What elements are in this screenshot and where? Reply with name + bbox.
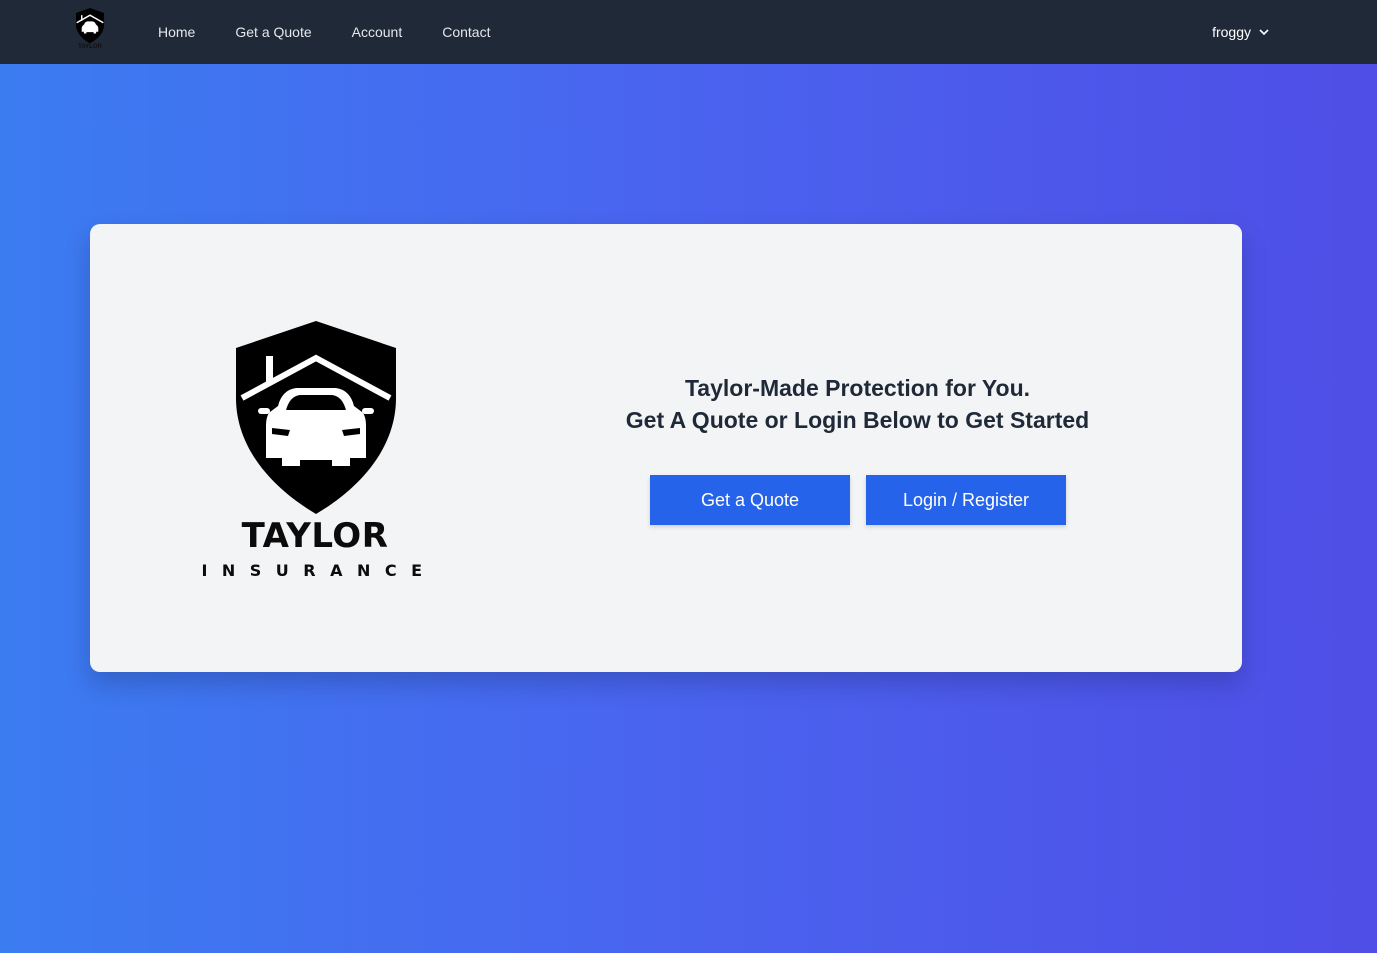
headline-line-2: Get A Quote or Login Below to Get Starte… (625, 407, 1090, 433)
user-menu[interactable]: froggy (1212, 0, 1271, 64)
brand-subtitle: INSURANCE (201, 561, 437, 580)
hero-card: TAYLOR INSURANCE Taylor-Made Protection … (90, 224, 1242, 672)
username: froggy (1212, 24, 1251, 40)
nav-link-contact[interactable]: Contact (422, 24, 510, 40)
brand-title: TAYLOR (241, 516, 389, 556)
nav-logo[interactable]: TAYLOR (68, 8, 112, 56)
nav-links: Home Get a Quote Account Contact (138, 0, 510, 64)
hero-buttons: Get a Quote Login / Register (650, 475, 1066, 525)
brand-logo: TAYLOR INSURANCE (190, 318, 440, 580)
get-a-quote-button[interactable]: Get a Quote (650, 475, 850, 525)
nav-link-get-a-quote[interactable]: Get a Quote (215, 24, 331, 40)
login-register-button[interactable]: Login / Register (866, 475, 1066, 525)
chevron-down-icon (1259, 29, 1269, 36)
headline-line-1: Taylor-Made Protection for You. (684, 375, 1031, 401)
top-navbar: TAYLOR Home Get a Quote Account Contact … (0, 0, 1377, 64)
nav-link-home[interactable]: Home (138, 24, 215, 40)
nav-logo-text: TAYLOR (78, 44, 102, 50)
shield-house-car-icon (236, 321, 396, 514)
shield-car-logo-icon (75, 8, 105, 44)
nav-link-account[interactable]: Account (332, 24, 423, 40)
hero-headline: Taylor-Made Protection for You. Get A Qu… (590, 372, 1125, 436)
